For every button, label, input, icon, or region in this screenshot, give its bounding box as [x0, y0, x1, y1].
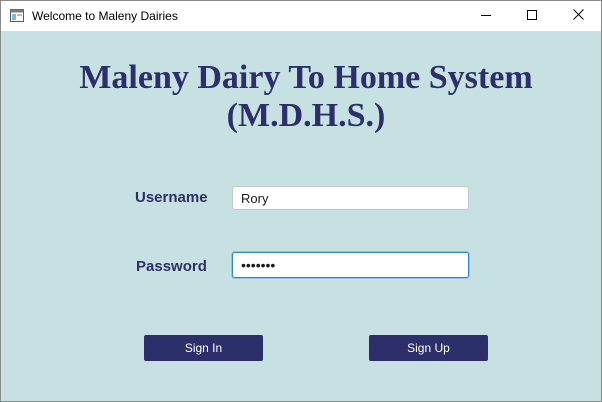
sign-in-button[interactable]: Sign In — [144, 335, 263, 361]
minimize-button[interactable] — [463, 1, 509, 31]
close-button[interactable] — [555, 1, 601, 31]
title-line-2: (M.D.H.S.) — [226, 97, 386, 134]
window-app-icon — [10, 9, 24, 22]
window-title: Welcome to Maleny Dairies — [32, 9, 178, 23]
password-input[interactable] — [232, 252, 469, 278]
title-bar[interactable]: Welcome to Maleny Dairies — [1, 1, 601, 31]
username-label: Username — [135, 189, 208, 206]
title-line-1: Maleny Dairy To Home System — [79, 59, 533, 96]
maximize-button[interactable] — [509, 1, 555, 31]
username-input[interactable] — [232, 186, 469, 210]
sign-up-button[interactable]: Sign Up — [369, 335, 488, 361]
page-title: Maleny Dairy To Home System (M.D.H.S.) — [1, 59, 602, 135]
maximize-icon — [527, 7, 537, 25]
close-icon — [572, 7, 584, 25]
app-window: Welcome to Maleny Dairies Maleny Dairy T… — [0, 0, 602, 402]
login-panel: Maleny Dairy To Home System (M.D.H.S.) U… — [1, 31, 601, 401]
minimize-icon — [481, 7, 491, 25]
password-label: Password — [136, 258, 207, 275]
